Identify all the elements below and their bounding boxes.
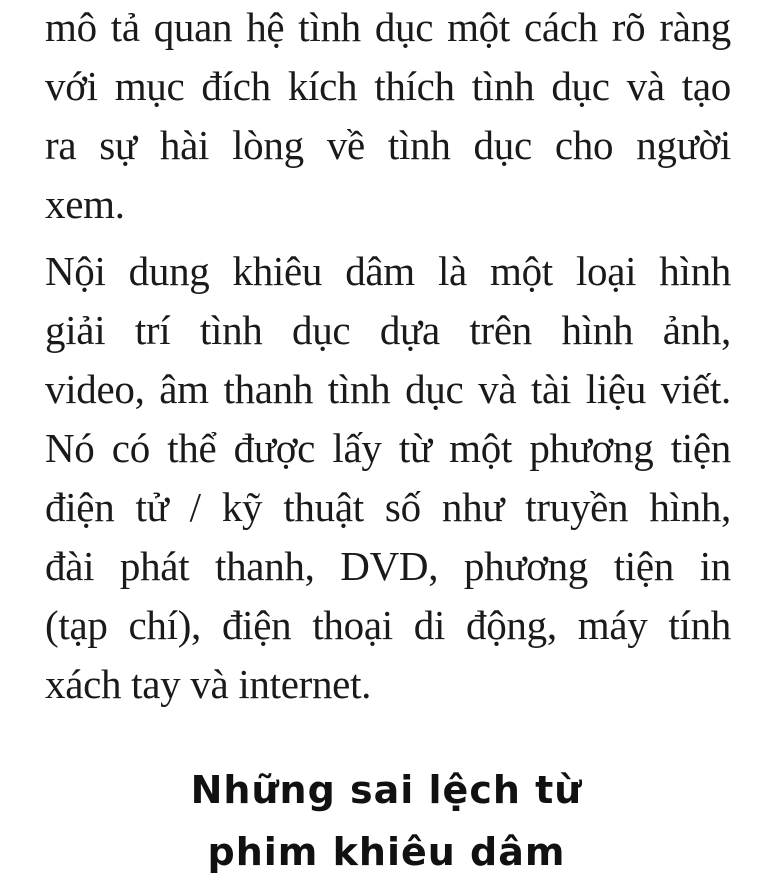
paragraph-line: Nội dung khiêu dâm là một loại hình xyxy=(45,248,731,294)
paragraph-line: điện tử / kỹ thuật số như truyền hình, xyxy=(45,484,731,530)
paragraph-line: xách tay và internet. xyxy=(45,661,372,707)
section-heading-line-2: phim khiêu dâm xyxy=(207,830,566,874)
paragraph-line: (tạp chí), điện thoại di động, máy tính xyxy=(45,602,731,648)
paragraph-line: video, âm thanh tình dục và tài liệu viế… xyxy=(45,366,731,412)
paragraph-line: xem. xyxy=(45,181,125,227)
paragraph-line: giải trí tình dục dựa trên hình ảnh, xyxy=(45,307,731,353)
section-heading-line-1: Những sai lệch từ xyxy=(190,768,583,812)
paragraph-2: Nội dung khiêu dâm là một loại hình giải… xyxy=(45,242,731,714)
paragraph-line: Nó có thể được lấy từ một phương tiện xyxy=(45,425,731,471)
paragraph-1: mô tả quan hệ tình dục một cách rõ ràng … xyxy=(45,0,731,234)
paragraph-line: ra sự hài lòng về tình dục cho người xyxy=(45,122,731,168)
paragraph-line: với mục đích kích thích tình dục và tạo xyxy=(45,63,731,109)
document-page: mô tả quan hệ tình dục một cách rõ ràng … xyxy=(0,0,773,882)
paragraph-line: đài phát thanh, DVD, phương tiện in xyxy=(45,543,731,589)
paragraph-line: mô tả quan hệ tình dục một cách rõ ràng xyxy=(45,4,731,50)
